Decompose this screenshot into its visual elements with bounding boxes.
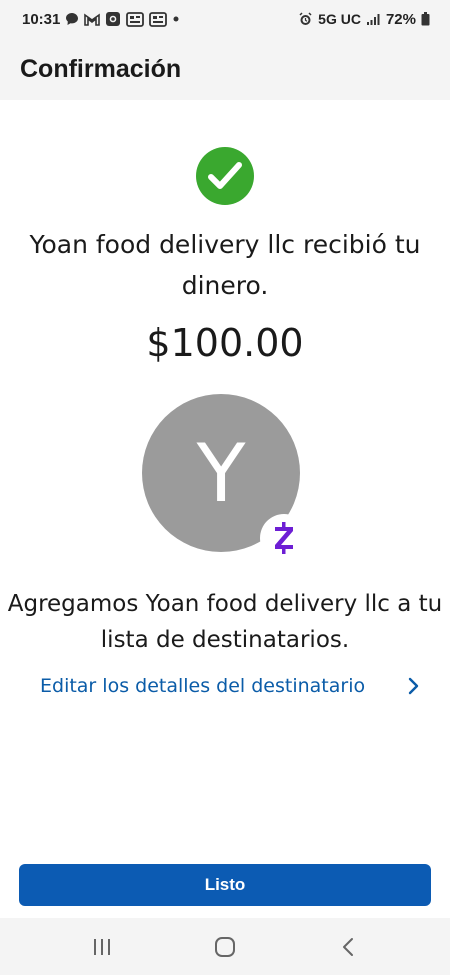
done-button[interactable]: Listo: [19, 864, 431, 906]
back-button[interactable]: [328, 927, 368, 967]
alarm-icon: [298, 11, 313, 27]
status-bar-right: 5G UC 72%: [298, 11, 430, 28]
news-icon: [126, 11, 145, 27]
home-button[interactable]: [205, 927, 245, 967]
outlook-icon: [105, 11, 121, 27]
recent-apps-button[interactable]: [82, 927, 122, 967]
network-type: 5G UC: [318, 11, 361, 27]
dot-icon: [172, 15, 180, 23]
avatar-initial: Y: [196, 426, 246, 520]
status-time: 10:31: [22, 10, 61, 28]
system-nav-bar: [0, 918, 450, 975]
battery-percent: 72%: [385, 10, 416, 28]
signal-icon: [366, 13, 381, 26]
zelle-icon: [275, 522, 293, 554]
payment-amount: $100.00: [146, 321, 304, 365]
edit-recipient-link[interactable]: Editar los detalles del destinatario: [40, 670, 420, 702]
news-icon: [149, 11, 168, 27]
chat-icon: [65, 12, 79, 26]
home-icon: [214, 936, 235, 957]
back-icon: [343, 937, 354, 956]
recent-apps-icon: [93, 938, 110, 955]
battery-icon: [421, 12, 430, 26]
confirmation-message: Yoan food delivery llc recibió tu dinero…: [29, 230, 421, 300]
chevron-right-icon: [408, 677, 419, 695]
edit-recipient-label: Editar los detalles del destinatario: [40, 675, 366, 697]
recipient-added-message: Agregamos Yoan food delivery llc a tu li…: [7, 591, 443, 653]
gmail-icon: [84, 12, 101, 26]
page-title: Confirmación: [20, 54, 182, 83]
status-bar-left: 10:31: [22, 11, 180, 28]
success-check-icon: [196, 147, 254, 205]
status-bar: 10:31 5G UC 72%: [0, 0, 450, 38]
app-header: Confirmación: [0, 38, 450, 100]
zelle-badge: [260, 514, 308, 562]
